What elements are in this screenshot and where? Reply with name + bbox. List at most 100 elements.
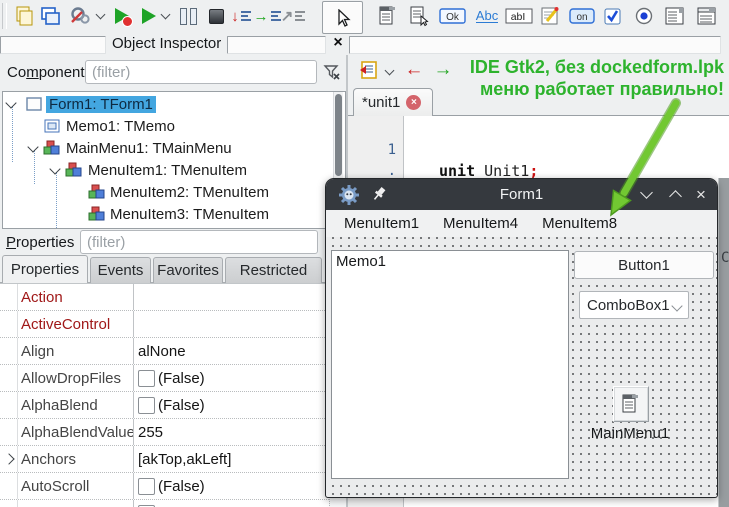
tree-item-memo1[interactable]: Memo1: TMemo xyxy=(3,115,345,137)
property-row-align[interactable]: Align alNone xyxy=(0,338,329,365)
filter-clear-icon[interactable] xyxy=(320,60,344,84)
main-toolbar: ↓ → ↗ Ok Abc abI on xyxy=(0,0,729,34)
form1-titlebar[interactable]: Form1 × xyxy=(326,179,717,210)
checkbox[interactable] xyxy=(138,396,155,414)
toggle-box-icon-label: on xyxy=(576,12,587,23)
property-row-action[interactable]: Action xyxy=(0,284,329,311)
memo1-control[interactable]: Memo1 xyxy=(331,250,569,479)
windows-icon[interactable] xyxy=(38,4,62,28)
property-row-alphablend[interactable]: AlphaBlend (False) xyxy=(0,392,329,419)
background-window-edge: C xyxy=(718,178,729,507)
form1-window[interactable]: Form1 × MenuItem1 MenuItem4 MenuItem8 Me… xyxy=(325,178,718,498)
step-into-icon[interactable]: ↓ xyxy=(229,4,253,28)
pause-icon[interactable] xyxy=(176,4,200,28)
components-label: Components xyxy=(7,64,93,81)
properties-label: Properties xyxy=(6,234,75,251)
menu-cubes-icon xyxy=(88,206,105,221)
form1-design-surface[interactable]: Memo1 Button1 ComboBox1 MainMenu1 xyxy=(326,237,717,497)
dock-grip-right[interactable] xyxy=(227,36,326,54)
close-button[interactable]: × xyxy=(688,179,714,210)
button1-control[interactable]: Button1 xyxy=(574,251,714,279)
property-row-allowdropfiles[interactable]: AllowDropFiles (False) xyxy=(0,365,329,392)
tree-item-mainmenu1[interactable]: MainMenu1: TMainMenu xyxy=(3,137,345,159)
combo-box-icon[interactable] xyxy=(695,4,719,28)
tab-events[interactable]: Events xyxy=(90,257,151,283)
chevron-down-icon xyxy=(671,300,683,312)
minimize-button[interactable] xyxy=(633,179,659,210)
toolbar-drag-handle[interactable] xyxy=(2,3,7,29)
main-menu-icon[interactable] xyxy=(376,4,400,28)
button-icon[interactable]: Ok xyxy=(438,4,468,28)
tree-item-form1[interactable]: Form1: TForm1 xyxy=(3,93,345,115)
mainmenu1-component[interactable] xyxy=(613,386,649,422)
collapse-chevron-icon[interactable] xyxy=(27,140,39,153)
property-row-anchors[interactable]: Anchors [akTop,akLeft] xyxy=(0,446,329,473)
cursor-tool-icon xyxy=(337,8,351,27)
menu-cubes-icon xyxy=(88,184,105,199)
checkbox[interactable] xyxy=(138,369,155,387)
memo-icon[interactable] xyxy=(538,4,562,28)
peeking-code-char: C xyxy=(721,250,729,266)
tree-item-menuitem2[interactable]: MenuItem2: TMenuItem xyxy=(3,181,345,203)
label-icon[interactable]: Abc xyxy=(472,4,502,28)
property-grid: Action ActiveControl Align alNone AllowDr… xyxy=(0,283,346,507)
property-row-partial[interactable] xyxy=(0,500,329,507)
stop-icon[interactable] xyxy=(204,4,228,28)
toggle-box-icon[interactable]: on xyxy=(567,4,597,28)
inspector-tabs: Properties Events Favorites Restricted xyxy=(0,255,346,283)
navigate-back-icon[interactable]: ← xyxy=(402,58,426,82)
lazarus-ide-window: ↓ → ↗ Ok Abc abI on Object Inspector × C… xyxy=(0,0,729,507)
tab-favorites[interactable]: Favorites xyxy=(153,257,223,283)
form-icon xyxy=(26,97,42,111)
property-row-autoscroll[interactable]: AutoScroll (False) xyxy=(0,473,329,500)
editor-dock-grip[interactable] xyxy=(349,36,721,54)
navigate-forward-icon[interactable]: → xyxy=(431,58,455,82)
tree-item-menuitem1[interactable]: MenuItem1: TMenuItem xyxy=(3,159,345,181)
menu-item-menuitem4[interactable]: MenuItem4 xyxy=(437,213,524,234)
components-filter-input[interactable] xyxy=(85,60,317,84)
tab-properties[interactable]: Properties xyxy=(2,255,88,283)
jump-dropdown-icon[interactable] xyxy=(381,60,397,84)
menu-cubes-icon xyxy=(43,140,60,155)
tab-restricted[interactable]: Restricted xyxy=(225,257,322,283)
property-row-activecontrol[interactable]: ActiveControl xyxy=(0,311,329,338)
mainmenu1-label: MainMenu1 xyxy=(590,425,670,442)
run-file-icon[interactable] xyxy=(110,4,134,28)
cursor-tool-button[interactable] xyxy=(322,1,363,34)
properties-filter-input[interactable] xyxy=(80,230,318,254)
components-tree: Form1: TForm1 Memo1: TMemo MainMenu1: TM… xyxy=(2,91,346,229)
checkbox[interactable] xyxy=(138,477,155,495)
menu-cubes-icon xyxy=(65,162,82,177)
checkbox-icon[interactable] xyxy=(601,4,625,28)
memo-component-icon xyxy=(44,119,60,133)
dock-grip-left[interactable] xyxy=(0,36,106,54)
expand-chevron-icon[interactable] xyxy=(0,446,18,472)
build-dropdown-icon[interactable] xyxy=(92,4,108,28)
list-box-icon[interactable] xyxy=(663,4,687,28)
tab-close-icon[interactable]: × xyxy=(406,95,422,110)
popup-menu-icon[interactable] xyxy=(407,4,431,28)
main-menu-icon xyxy=(622,394,638,413)
edit-icon[interactable]: abI xyxy=(504,4,534,28)
edit-icon-text: abI xyxy=(511,11,526,23)
annotation-note: IDE Gtk2, без dockedform.lpk меню работа… xyxy=(469,57,724,99)
object-inspector-close-button[interactable]: × xyxy=(329,33,347,52)
maximize-button[interactable] xyxy=(662,179,688,210)
menu-item-menuitem8[interactable]: MenuItem8 xyxy=(536,213,623,234)
combobox1-control[interactable]: ComboBox1 xyxy=(579,291,689,319)
step-over-icon[interactable]: → xyxy=(254,4,281,28)
step-out-icon[interactable]: ↗ xyxy=(281,4,306,28)
collapse-chevron-icon[interactable] xyxy=(49,162,61,175)
radio-button-icon[interactable] xyxy=(632,4,656,28)
menu-item-menuitem1[interactable]: MenuItem1 xyxy=(338,213,425,234)
tab-unit1[interactable]: *unit1 × xyxy=(353,88,433,116)
jump-list-icon[interactable] xyxy=(357,58,381,82)
build-gear-icon[interactable] xyxy=(68,4,92,28)
tree-item-menuitem3[interactable]: MenuItem3: TMenuItem xyxy=(3,203,345,225)
run-dropdown-icon[interactable] xyxy=(157,4,173,28)
copy-icon[interactable] xyxy=(12,4,36,28)
collapse-chevron-icon[interactable] xyxy=(5,96,17,109)
tab-unit1-label: *unit1 xyxy=(362,94,401,111)
tree-scrollbar-thumb[interactable] xyxy=(335,94,342,176)
property-row-alphablendvalue[interactable]: AlphaBlendValue 255 xyxy=(0,419,329,446)
